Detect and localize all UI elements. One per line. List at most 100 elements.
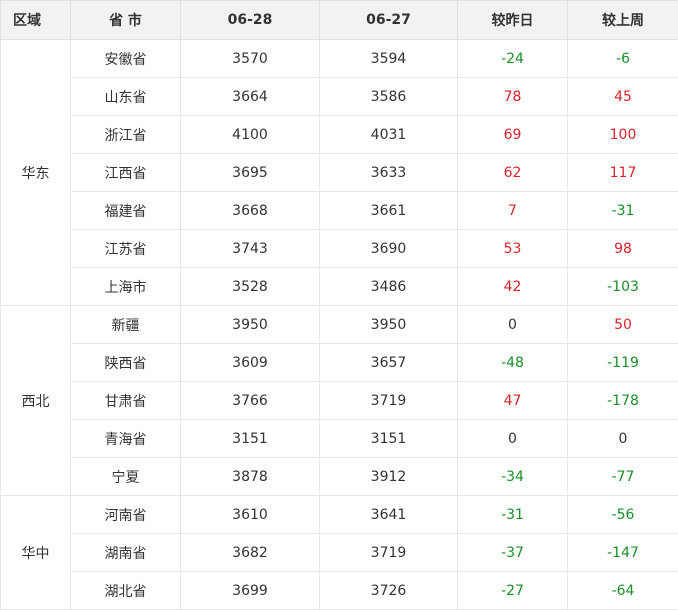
price-date-2-cell: 4031 bbox=[320, 116, 458, 154]
change-vs-last-week-cell: -31 bbox=[568, 192, 678, 230]
table-row: 山东省366435867845 bbox=[1, 78, 678, 116]
table-row: 上海市3528348642-103 bbox=[1, 268, 678, 306]
change-vs-yesterday-cell: 78 bbox=[458, 78, 568, 116]
price-date-1-cell: 3528 bbox=[181, 268, 320, 306]
change-vs-yesterday-cell: 47 bbox=[458, 382, 568, 420]
price-date-1-cell: 3570 bbox=[181, 40, 320, 78]
change-vs-yesterday-cell: 69 bbox=[458, 116, 568, 154]
price-date-1-cell: 3682 bbox=[181, 534, 320, 572]
table-row: 陕西省36093657-48-119 bbox=[1, 344, 678, 382]
price-date-1-cell: 3664 bbox=[181, 78, 320, 116]
price-date-2-cell: 3912 bbox=[320, 458, 458, 496]
price-date-1-cell: 3878 bbox=[181, 458, 320, 496]
table-row: 甘肃省3766371947-178 bbox=[1, 382, 678, 420]
table-row: 华中河南省36103641-31-56 bbox=[1, 496, 678, 534]
price-date-1-cell: 3766 bbox=[181, 382, 320, 420]
price-date-1-cell: 3743 bbox=[181, 230, 320, 268]
price-date-2-cell: 3950 bbox=[320, 306, 458, 344]
change-vs-last-week-cell: -178 bbox=[568, 382, 678, 420]
change-vs-last-week-cell: 117 bbox=[568, 154, 678, 192]
change-vs-yesterday-cell: 0 bbox=[458, 306, 568, 344]
table-row: 华东安徽省35703594-24-6 bbox=[1, 40, 678, 78]
change-vs-yesterday-cell: -24 bbox=[458, 40, 568, 78]
table-row: 青海省3151315100 bbox=[1, 420, 678, 458]
province-cell: 青海省 bbox=[71, 420, 181, 458]
table-row: 福建省366836617-31 bbox=[1, 192, 678, 230]
table-row: 浙江省4100403169100 bbox=[1, 116, 678, 154]
price-date-1-cell: 4100 bbox=[181, 116, 320, 154]
header-vs-last-week: 较上周 bbox=[568, 1, 678, 40]
price-date-1-cell: 3695 bbox=[181, 154, 320, 192]
header-date-2: 06-27 bbox=[320, 1, 458, 40]
table-row: 湖南省36823719-37-147 bbox=[1, 534, 678, 572]
province-cell: 新疆 bbox=[71, 306, 181, 344]
price-date-1-cell: 3610 bbox=[181, 496, 320, 534]
change-vs-yesterday-cell: -37 bbox=[458, 534, 568, 572]
header-date-1: 06-28 bbox=[181, 1, 320, 40]
change-vs-yesterday-cell: -34 bbox=[458, 458, 568, 496]
price-date-2-cell: 3657 bbox=[320, 344, 458, 382]
province-cell: 河南省 bbox=[71, 496, 181, 534]
change-vs-last-week-cell: -56 bbox=[568, 496, 678, 534]
change-vs-yesterday-cell: -27 bbox=[458, 572, 568, 610]
price-date-1-cell: 3950 bbox=[181, 306, 320, 344]
province-cell: 福建省 bbox=[71, 192, 181, 230]
province-cell: 安徽省 bbox=[71, 40, 181, 78]
province-cell: 江西省 bbox=[71, 154, 181, 192]
change-vs-last-week-cell: -6 bbox=[568, 40, 678, 78]
change-vs-last-week-cell: 98 bbox=[568, 230, 678, 268]
change-vs-last-week-cell: 45 bbox=[568, 78, 678, 116]
header-province: 省 市 bbox=[71, 1, 181, 40]
change-vs-last-week-cell: -77 bbox=[568, 458, 678, 496]
province-cell: 山东省 bbox=[71, 78, 181, 116]
price-date-2-cell: 3690 bbox=[320, 230, 458, 268]
table-header: 区域 省 市 06-28 06-27 较昨日 较上周 bbox=[1, 1, 678, 40]
price-date-1-cell: 3609 bbox=[181, 344, 320, 382]
price-date-1-cell: 3668 bbox=[181, 192, 320, 230]
province-cell: 浙江省 bbox=[71, 116, 181, 154]
change-vs-yesterday-cell: 62 bbox=[458, 154, 568, 192]
change-vs-last-week-cell: -147 bbox=[568, 534, 678, 572]
header-row: 区域 省 市 06-28 06-27 较昨日 较上周 bbox=[1, 1, 678, 40]
price-date-2-cell: 3486 bbox=[320, 268, 458, 306]
price-date-1-cell: 3151 bbox=[181, 420, 320, 458]
change-vs-yesterday-cell: 0 bbox=[458, 420, 568, 458]
change-vs-yesterday-cell: 7 bbox=[458, 192, 568, 230]
change-vs-last-week-cell: -119 bbox=[568, 344, 678, 382]
change-vs-yesterday-cell: 53 bbox=[458, 230, 568, 268]
price-date-2-cell: 3586 bbox=[320, 78, 458, 116]
price-date-1-cell: 3699 bbox=[181, 572, 320, 610]
price-date-2-cell: 3661 bbox=[320, 192, 458, 230]
price-table: 区域 省 市 06-28 06-27 较昨日 较上周 华东安徽省35703594… bbox=[0, 0, 678, 610]
change-vs-last-week-cell: -64 bbox=[568, 572, 678, 610]
province-cell: 湖北省 bbox=[71, 572, 181, 610]
table-row: 西北新疆39503950050 bbox=[1, 306, 678, 344]
change-vs-yesterday-cell: 42 bbox=[458, 268, 568, 306]
region-cell: 西北 bbox=[1, 306, 71, 496]
header-region: 区域 bbox=[1, 1, 71, 40]
price-date-2-cell: 3719 bbox=[320, 534, 458, 572]
table-row: 宁夏38783912-34-77 bbox=[1, 458, 678, 496]
province-cell: 江苏省 bbox=[71, 230, 181, 268]
province-cell: 宁夏 bbox=[71, 458, 181, 496]
table-row: 江苏省374336905398 bbox=[1, 230, 678, 268]
change-vs-last-week-cell: 100 bbox=[568, 116, 678, 154]
price-date-2-cell: 3726 bbox=[320, 572, 458, 610]
table-row: 湖北省36993726-27-64 bbox=[1, 572, 678, 610]
region-cell: 华东 bbox=[1, 40, 71, 306]
price-date-2-cell: 3641 bbox=[320, 496, 458, 534]
region-cell: 华中 bbox=[1, 496, 71, 610]
province-cell: 陕西省 bbox=[71, 344, 181, 382]
province-cell: 上海市 bbox=[71, 268, 181, 306]
province-cell: 湖南省 bbox=[71, 534, 181, 572]
price-date-2-cell: 3719 bbox=[320, 382, 458, 420]
price-date-2-cell: 3151 bbox=[320, 420, 458, 458]
price-date-2-cell: 3633 bbox=[320, 154, 458, 192]
price-date-2-cell: 3594 bbox=[320, 40, 458, 78]
change-vs-last-week-cell: 0 bbox=[568, 420, 678, 458]
province-cell: 甘肃省 bbox=[71, 382, 181, 420]
change-vs-last-week-cell: 50 bbox=[568, 306, 678, 344]
header-vs-yesterday: 较昨日 bbox=[458, 1, 568, 40]
change-vs-last-week-cell: -103 bbox=[568, 268, 678, 306]
table-row: 江西省3695363362117 bbox=[1, 154, 678, 192]
